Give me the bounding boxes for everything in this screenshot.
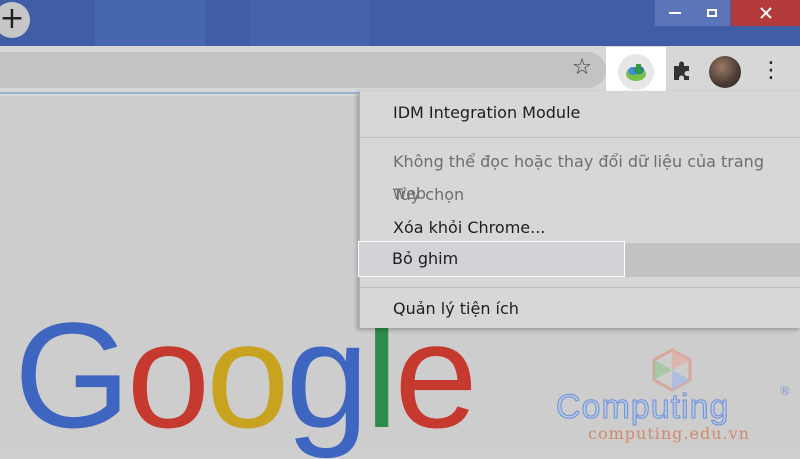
menu-separator — [360, 287, 800, 288]
star-icon[interactable]: ☆ — [570, 56, 594, 80]
chrome-menu-button[interactable]: ⋮ — [760, 58, 782, 84]
close-button[interactable] — [731, 0, 800, 26]
menu-item-label: Tùy chọn — [393, 185, 465, 204]
logo-letter: g — [285, 291, 369, 459]
menu-separator — [360, 137, 800, 138]
maximize-icon — [707, 8, 717, 17]
extensions-button[interactable] — [670, 59, 694, 83]
menu-item-label: Bỏ ghim — [392, 249, 459, 268]
menu-item-options: Tùy chọn — [360, 179, 800, 211]
close-icon — [759, 6, 772, 19]
watermark-logo-icon — [652, 348, 692, 392]
menu-item-unpin[interactable]: Bỏ ghim — [358, 241, 625, 277]
logo-letter: G — [14, 291, 131, 459]
profile-avatar[interactable] — [709, 56, 741, 88]
logo-letter: o — [126, 291, 210, 459]
address-bar[interactable] — [0, 52, 606, 88]
watermark-url: computing.edu.vn — [588, 424, 750, 443]
menu-title-label: IDM Integration Module — [393, 103, 581, 122]
puzzle-icon — [674, 61, 689, 80]
maximize-button[interactable] — [694, 0, 730, 26]
menu-item-manage-extensions[interactable]: Quản lý tiện ích — [360, 293, 800, 325]
extension-context-menu: IDM Integration Module Không thể đọc hoặ… — [359, 91, 800, 328]
menu-item-label: Xóa khỏi Chrome... — [393, 218, 546, 237]
watermark-registered: ® — [779, 384, 791, 398]
menu-item-site-access: Không thể đọc hoặc thay đổi dữ liệu của … — [360, 146, 800, 203]
logo-letter: o — [206, 291, 289, 459]
menu-title: IDM Integration Module — [360, 97, 800, 129]
menu-item-label: Quản lý tiện ích — [393, 299, 519, 318]
tab-background — [95, 0, 205, 46]
minimize-icon — [669, 11, 681, 14]
idm-icon — [626, 64, 646, 81]
tab-background — [250, 0, 370, 46]
minimize-button[interactable] — [655, 0, 695, 26]
watermark-brand: Computing — [555, 388, 730, 427]
menu-item-remove-from-chrome[interactable]: Xóa khỏi Chrome... — [360, 212, 800, 244]
divider — [0, 92, 360, 94]
idm-extension-button[interactable] — [618, 54, 654, 90]
